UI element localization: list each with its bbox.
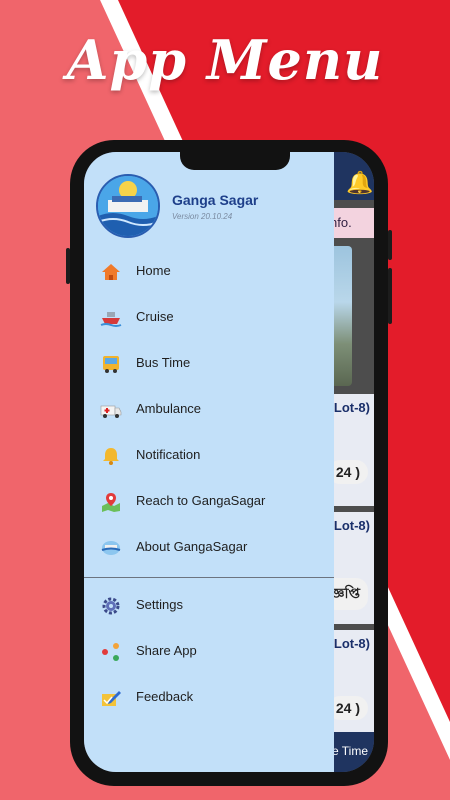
menu-item-label: Settings [136, 597, 183, 612]
menu-item-home[interactable]: Home [84, 250, 334, 294]
feedback-icon [100, 688, 122, 708]
ship-icon [100, 308, 122, 328]
menu-item-share-app[interactable]: Share App [84, 630, 334, 674]
card-title: Lot-8) [333, 518, 370, 533]
home-icon [100, 262, 122, 282]
promo-headline: App Menu [66, 28, 384, 92]
menu-item-reach-to-gangasagar[interactable]: Reach to GangaSagar [84, 480, 334, 524]
bus-icon [100, 354, 122, 374]
ambulance-icon [100, 400, 122, 420]
menu-item-notification[interactable]: Notification [84, 434, 334, 478]
menu-item-label: Reach to GangaSagar [136, 493, 266, 508]
navigation-drawer: Ganga Sagar Version 20.10.24 Home Cruise… [84, 152, 334, 772]
phone-notch [180, 152, 290, 170]
drawer-app-name: Ganga Sagar [172, 192, 259, 208]
menu-item-label: Bus Time [136, 355, 191, 370]
card-title: Lot-8) [333, 636, 370, 651]
menu-item-label: Feedback [136, 689, 194, 704]
menu-item-label: Ambulance [136, 401, 202, 416]
menu-item-feedback[interactable]: Feedback [84, 676, 334, 720]
menu-item-bus-time[interactable]: Bus Time [84, 342, 334, 386]
info-globe-icon [100, 538, 122, 558]
app-logo [96, 174, 160, 238]
gear-icon [100, 596, 122, 616]
menu-item-label: Cruise [136, 309, 174, 324]
card-title: Lot-8) [333, 400, 370, 415]
menu-item-cruise[interactable]: Cruise [84, 296, 334, 340]
phone-side-button [388, 230, 392, 260]
bell-icon [100, 446, 122, 466]
menu-item-about-gangasagar[interactable]: About GangaSagar [84, 526, 334, 570]
menu-divider [84, 577, 334, 578]
phone-side-button [388, 268, 392, 324]
menu-item-ambulance[interactable]: Ambulance [84, 388, 334, 432]
menu-item-settings[interactable]: Settings [84, 584, 334, 628]
menu-item-label: Share App [136, 643, 197, 658]
drawer-app-version: Version 20.10.24 [172, 212, 233, 221]
bottom-bar-text: e Time [331, 744, 368, 758]
menu-item-label: Notification [136, 447, 201, 462]
bell-icon[interactable]: 🔔 [346, 170, 373, 196]
menu-item-label: Home [136, 263, 171, 278]
menu-item-label: About GangaSagar [136, 539, 248, 554]
map-pin-icon [100, 492, 122, 512]
phone-screen: 🔔 nfo. Lot-8) 24 ) Lot-8) জ্ঞপ্তি Lot-8)… [84, 152, 374, 772]
share-icon [100, 642, 122, 662]
